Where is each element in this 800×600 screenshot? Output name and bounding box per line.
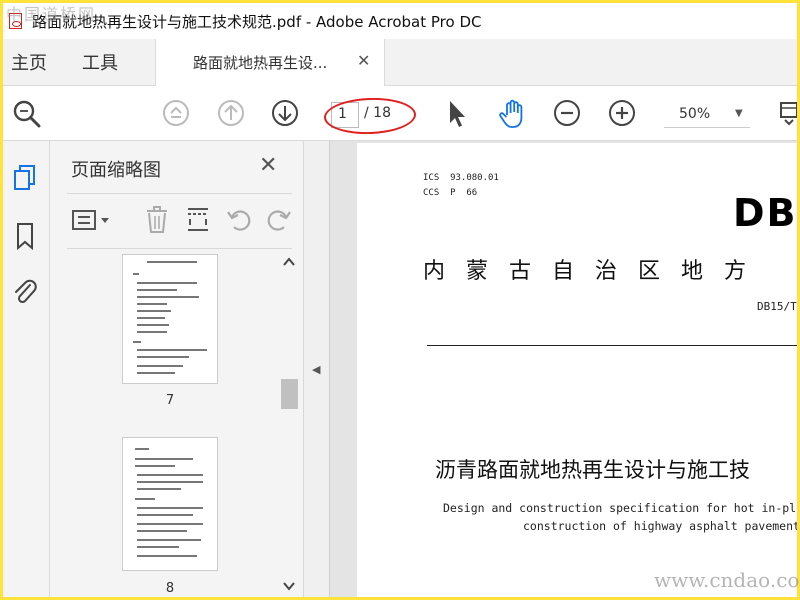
extract-page-icon[interactable] — [184, 205, 212, 235]
zoom-in-icon[interactable] — [607, 98, 637, 128]
english-title-line-2: construction of highway asphalt pavement — [523, 519, 797, 533]
hand-tool-icon[interactable] — [498, 98, 528, 130]
document-main-title: 沥青路面就地热再生设计与施工技 — [435, 458, 750, 482]
thumbnail-tools — [67, 193, 292, 249]
attachment-icon[interactable] — [11, 277, 39, 307]
rotate-counterclockwise-icon[interactable] — [225, 205, 253, 235]
page-thumbnails-panel: 页面缩略图 ✕ 7 8 — [50, 141, 304, 597]
next-page-icon[interactable] — [270, 98, 300, 128]
title-bar: 路面就地热再生设计与施工技术规范.pdf - Adobe Acrobat Pro… — [3, 3, 797, 39]
standard-number: DB15/T — [757, 300, 797, 313]
select-cursor-icon[interactable] — [445, 98, 469, 130]
thumbnail-page-label: 8 — [165, 581, 175, 596]
scrollbar-thumb[interactable] — [281, 379, 298, 409]
watermark-top-left: 中国道桥网 — [6, 5, 97, 24]
scroll-up-icon[interactable] — [283, 257, 295, 267]
standard-mark: DB — [733, 191, 797, 235]
bookmark-icon[interactable] — [11, 221, 39, 251]
scroll-down-icon[interactable] — [283, 581, 295, 591]
toolbar: 1 / 18 50% ▼ — [3, 86, 797, 141]
thumbnail-page-label: 7 — [165, 393, 175, 408]
close-tab-icon[interactable]: ✕ — [357, 51, 370, 70]
tab-bar: 主页 工具 路面就地热再生设... ✕ — [3, 39, 797, 87]
first-page-icon[interactable] — [161, 98, 191, 128]
english-title-line-1: Design and construction specification fo… — [443, 501, 797, 515]
page-thumbnail[interactable] — [122, 437, 218, 571]
page-thumbnail[interactable] — [122, 254, 218, 384]
zoom-level-value: 50% — [679, 106, 711, 122]
collapse-arrow-icon: ◀ — [312, 363, 321, 376]
tab-document[interactable]: 路面就地热再生设... ✕ — [155, 39, 385, 87]
tab-home[interactable]: 主页 — [11, 49, 47, 75]
delete-page-icon[interactable] — [143, 205, 171, 235]
window-title: 路面就地热再生设计与施工技术规范.pdf - Adobe Acrobat Pro… — [32, 12, 482, 31]
document-tab-label: 路面就地热再生设... — [193, 54, 328, 72]
collapse-panel-handle[interactable]: ◀ — [304, 141, 330, 597]
panel-title: 页面缩略图 — [71, 160, 161, 181]
thumbnail-scrollbar[interactable] — [278, 251, 300, 597]
header-rule — [427, 345, 797, 346]
rotate-clockwise-icon[interactable] — [265, 205, 293, 235]
page-display-icon[interactable] — [777, 98, 797, 128]
options-menu-icon[interactable] — [71, 208, 115, 234]
document-viewport[interactable]: ◀ ICS 93.080.01 CCS P 66 DB 内 蒙 古 自 治 区 … — [304, 141, 797, 597]
previous-page-icon[interactable] — [216, 98, 246, 128]
document-page: ICS 93.080.01 CCS P 66 DB 内 蒙 古 自 治 区 地 … — [357, 143, 797, 597]
ccs-code: CCS P 66 — [423, 188, 478, 198]
zoom-out-icon[interactable] — [552, 98, 582, 128]
acrobat-window: 路面就地热再生设计与施工技术规范.pdf - Adobe Acrobat Pro… — [3, 3, 797, 597]
chevron-down-icon: ▼ — [735, 108, 743, 119]
navigation-rail — [3, 141, 50, 597]
region-title: 内 蒙 古 自 治 区 地 方 — [423, 259, 753, 284]
close-panel-icon[interactable]: ✕ — [259, 153, 277, 178]
tab-tools[interactable]: 工具 — [82, 49, 118, 75]
zoom-level-select[interactable]: 50% ▼ — [664, 100, 750, 128]
thumbnail-list: 7 8 — [50, 251, 278, 597]
page-thumbnails-icon[interactable] — [11, 163, 39, 193]
search-zoom-icon[interactable] — [10, 98, 44, 130]
ics-code: ICS 93.080.01 — [423, 173, 499, 183]
watermark-bottom-right: www.cndao.com — [654, 568, 800, 592]
